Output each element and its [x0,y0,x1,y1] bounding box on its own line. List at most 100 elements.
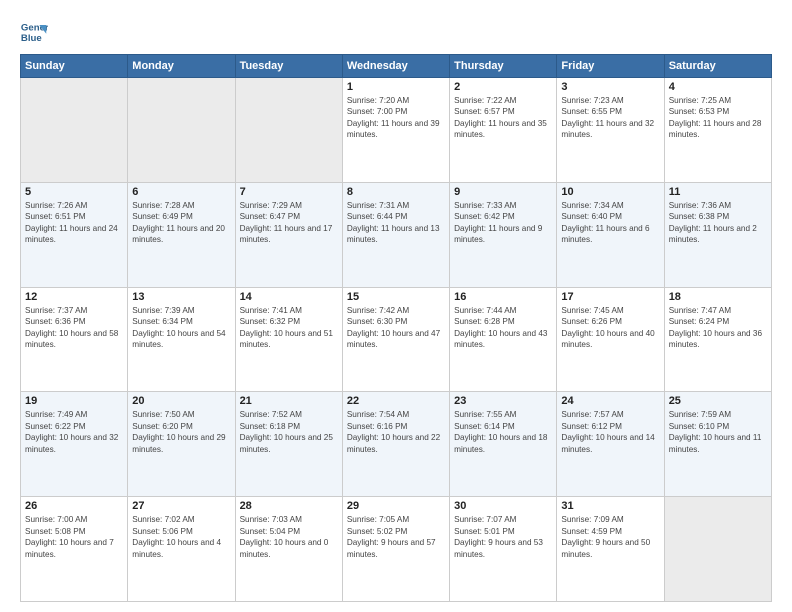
calendar-cell: 28Sunrise: 7:03 AMSunset: 5:04 PMDayligh… [235,497,342,602]
day-info: Sunrise: 7:45 AMSunset: 6:26 PMDaylight:… [561,305,659,351]
week-row-3: 12Sunrise: 7:37 AMSunset: 6:36 PMDayligh… [21,287,772,392]
calendar-cell: 30 Sunrise: 7:07 AMSunset: 5:01 PMDayligh… [450,497,557,602]
day-info: Sunrise: 7:42 AMSunset: 6:30 PMDaylight:… [347,305,445,351]
logo-icon: General Blue [20,18,48,46]
day-number: 18 [669,291,767,303]
day-info: Sunrise: 7:50 AMSunset: 6:20 PMDaylight:… [132,409,230,455]
calendar-cell: 2 Sunrise: 7:22 AMSunset: 6:57 PMDaylight… [450,78,557,183]
day-info: Sunrise: 7:02 AMSunset: 5:06 PMDaylight:… [132,514,230,560]
day-number: 2 [454,81,552,93]
day-number: 17 [561,291,659,303]
day-info: Sunrise: 7:26 AMSunset: 6:51 PMDaylight:… [25,200,123,246]
day-number: 5 [25,186,123,198]
day-info: Sunrise: 7:09 AMSunset: 4:59 PMDaylight:… [561,514,659,560]
svg-text:Blue: Blue [21,33,42,44]
calendar-cell: 13Sunrise: 7:39 AMSunset: 6:34 PMDayligh… [128,287,235,392]
day-info: Sunrise: 7:36 AMSunset: 6:38 PMDaylight:… [669,200,767,246]
day-info: Sunrise: 7:33 AMSunset: 6:42 PMDaylight:… [454,200,552,246]
calendar-cell: 17 Sunrise: 7:45 AMSunset: 6:26 PMDayligh… [557,287,664,392]
calendar-cell: 20 Sunrise: 7:50 AMSunset: 6:20 PMDayligh… [128,392,235,497]
calendar-cell: 5 Sunrise: 7:26 AMSunset: 6:51 PMDaylight… [21,182,128,287]
calendar-cell [21,78,128,183]
calendar-cell [664,497,771,602]
weekday-header-tuesday: Tuesday [235,55,342,78]
calendar-cell: 29 Sunrise: 7:05 AMSunset: 5:02 PMDayligh… [342,497,449,602]
day-info: Sunrise: 7:00 AMSunset: 5:08 PMDaylight:… [25,514,123,560]
day-info: Sunrise: 7:55 AMSunset: 6:14 PMDaylight:… [454,409,552,455]
day-info: Sunrise: 7:07 AMSunset: 5:01 PMDaylight:… [454,514,552,560]
calendar-cell: 10Sunrise: 7:34 AMSunset: 6:40 PMDayligh… [557,182,664,287]
day-number: 25 [669,395,767,407]
calendar-cell: 27 Sunrise: 7:02 AMSunset: 5:06 PMDayligh… [128,497,235,602]
day-info: Sunrise: 7:22 AMSunset: 6:57 PMDaylight:… [454,95,552,141]
week-row-5: 26 Sunrise: 7:00 AMSunset: 5:08 PMDayligh… [21,497,772,602]
day-info: Sunrise: 7:20 AMSunset: 7:00 PMDaylight:… [347,95,445,141]
day-number: 19 [25,395,123,407]
day-number: 24 [561,395,659,407]
day-number: 26 [25,500,123,512]
day-info: Sunrise: 7:57 AMSunset: 6:12 PMDaylight:… [561,409,659,455]
day-number: 30 [454,500,552,512]
weekday-header-wednesday: Wednesday [342,55,449,78]
calendar-cell: 8 Sunrise: 7:31 AMSunset: 6:44 PMDaylight… [342,182,449,287]
calendar-table: SundayMondayTuesdayWednesdayThursdayFrid… [20,54,772,602]
day-info: Sunrise: 7:47 AMSunset: 6:24 PMDaylight:… [669,305,767,351]
calendar-cell [128,78,235,183]
calendar-cell: 3 Sunrise: 7:23 AMSunset: 6:55 PMDaylight… [557,78,664,183]
calendar-cell: 12Sunrise: 7:37 AMSunset: 6:36 PMDayligh… [21,287,128,392]
day-info: Sunrise: 7:52 AMSunset: 6:18 PMDaylight:… [240,409,338,455]
day-number: 29 [347,500,445,512]
day-number: 3 [561,81,659,93]
day-number: 20 [132,395,230,407]
weekday-header-sunday: Sunday [21,55,128,78]
day-info: Sunrise: 7:23 AMSunset: 6:55 PMDaylight:… [561,95,659,141]
weekday-header-friday: Friday [557,55,664,78]
day-info: Sunrise: 7:59 AMSunset: 6:10 PMDaylight:… [669,409,767,455]
calendar-cell: 21Sunrise: 7:52 AMSunset: 6:18 PMDayligh… [235,392,342,497]
week-row-2: 5 Sunrise: 7:26 AMSunset: 6:51 PMDaylight… [21,182,772,287]
day-info: Sunrise: 7:41 AMSunset: 6:32 PMDaylight:… [240,305,338,351]
week-row-4: 19Sunrise: 7:49 AMSunset: 6:22 PMDayligh… [21,392,772,497]
day-number: 9 [454,186,552,198]
day-number: 27 [132,500,230,512]
calendar-cell: 19Sunrise: 7:49 AMSunset: 6:22 PMDayligh… [21,392,128,497]
day-info: Sunrise: 7:29 AMSunset: 6:47 PMDaylight:… [240,200,338,246]
day-number: 31 [561,500,659,512]
calendar-cell: 23 Sunrise: 7:55 AMSunset: 6:14 PMDayligh… [450,392,557,497]
calendar-cell: 15 Sunrise: 7:42 AMSunset: 6:30 PMDayligh… [342,287,449,392]
day-info: Sunrise: 7:37 AMSunset: 6:36 PMDaylight:… [25,305,123,351]
day-number: 11 [669,186,767,198]
day-info: Sunrise: 7:25 AMSunset: 6:53 PMDaylight:… [669,95,767,141]
day-number: 14 [240,291,338,303]
day-number: 23 [454,395,552,407]
weekday-header-thursday: Thursday [450,55,557,78]
calendar-cell: 6 Sunrise: 7:28 AMSunset: 6:49 PMDaylight… [128,182,235,287]
day-info: Sunrise: 7:31 AMSunset: 6:44 PMDaylight:… [347,200,445,246]
day-info: Sunrise: 7:54 AMSunset: 6:16 PMDaylight:… [347,409,445,455]
calendar-cell: 14 Sunrise: 7:41 AMSunset: 6:32 PMDayligh… [235,287,342,392]
day-info: Sunrise: 7:28 AMSunset: 6:49 PMDaylight:… [132,200,230,246]
day-number: 6 [132,186,230,198]
day-info: Sunrise: 7:05 AMSunset: 5:02 PMDaylight:… [347,514,445,560]
calendar-cell: 24 Sunrise: 7:57 AMSunset: 6:12 PMDayligh… [557,392,664,497]
day-info: Sunrise: 7:44 AMSunset: 6:28 PMDaylight:… [454,305,552,351]
day-info: Sunrise: 7:39 AMSunset: 6:34 PMDaylight:… [132,305,230,351]
calendar-cell: 25 Sunrise: 7:59 AMSunset: 6:10 PMDayligh… [664,392,771,497]
calendar-cell [235,78,342,183]
weekday-header-monday: Monday [128,55,235,78]
day-number: 22 [347,395,445,407]
calendar-cell: 22 Sunrise: 7:54 AMSunset: 6:16 PMDayligh… [342,392,449,497]
weekday-header-row: SundayMondayTuesdayWednesdayThursdayFrid… [21,55,772,78]
day-number: 8 [347,186,445,198]
calendar-cell: 16Sunrise: 7:44 AMSunset: 6:28 PMDayligh… [450,287,557,392]
day-number: 10 [561,186,659,198]
day-number: 1 [347,81,445,93]
day-number: 28 [240,500,338,512]
calendar-cell: 26 Sunrise: 7:00 AMSunset: 5:08 PMDayligh… [21,497,128,602]
calendar-cell: 31 Sunrise: 7:09 AMSunset: 4:59 PMDayligh… [557,497,664,602]
day-number: 15 [347,291,445,303]
calendar-cell: 9 Sunrise: 7:33 AMSunset: 6:42 PMDaylight… [450,182,557,287]
week-row-1: 1 Sunrise: 7:20 AMSunset: 7:00 PMDaylight… [21,78,772,183]
page: General Blue SundayMondayTuesdayWednesda… [0,0,792,612]
calendar-cell: 18 Sunrise: 7:47 AMSunset: 6:24 PMDayligh… [664,287,771,392]
